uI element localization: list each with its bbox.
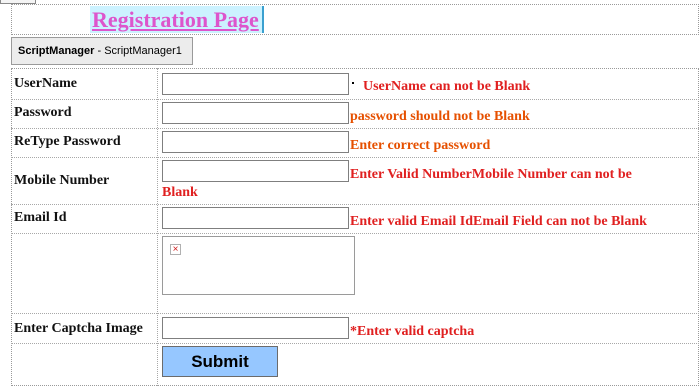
script-manager-control[interactable]: ScriptManager - ScriptManager1 (11, 37, 193, 65)
retype-password-error: Enter correct password (350, 138, 491, 153)
row-divider (11, 99, 699, 100)
row-divider (11, 157, 699, 158)
username-error: UserName can not be Blank (363, 79, 531, 94)
retype-password-label: ReType Password (14, 134, 121, 149)
password-input[interactable] (162, 102, 349, 124)
email-input[interactable] (162, 207, 349, 229)
row-divider (11, 233, 699, 234)
email-error: Enter valid Email IdEmail Field can not … (350, 214, 647, 229)
password-error: password should not be Blank (350, 109, 530, 124)
captcha-error: *Enter valid captcha (350, 324, 475, 339)
mobile-number-error-continued: Blank (162, 185, 198, 200)
password-label: Password (14, 105, 72, 120)
retype-password-input[interactable] (162, 131, 349, 153)
row-divider (11, 313, 699, 314)
broken-image-icon: × (170, 244, 181, 255)
validator-dot (352, 82, 354, 84)
username-label: UserName (14, 76, 77, 91)
email-label: Email Id (14, 210, 67, 225)
username-input[interactable] (162, 73, 349, 95)
mobile-number-label: Mobile Number (14, 173, 110, 188)
captcha-image: × (162, 236, 355, 295)
mobile-number-error: Enter Valid NumberMobile Number can not … (350, 167, 632, 182)
captcha-label: Enter Captcha Image (14, 321, 143, 336)
row-divider (11, 204, 699, 205)
captcha-input[interactable] (162, 317, 349, 339)
page-title: Registration Page (90, 6, 264, 33)
mobile-number-input[interactable] (162, 160, 349, 182)
script-manager-name: ScriptManager (18, 45, 95, 57)
row-divider (11, 128, 699, 129)
script-manager-id: ScriptManager1 (104, 45, 182, 57)
row-divider (11, 343, 699, 344)
submit-button[interactable]: Submit (162, 346, 278, 377)
table-column-divider (157, 68, 158, 386)
